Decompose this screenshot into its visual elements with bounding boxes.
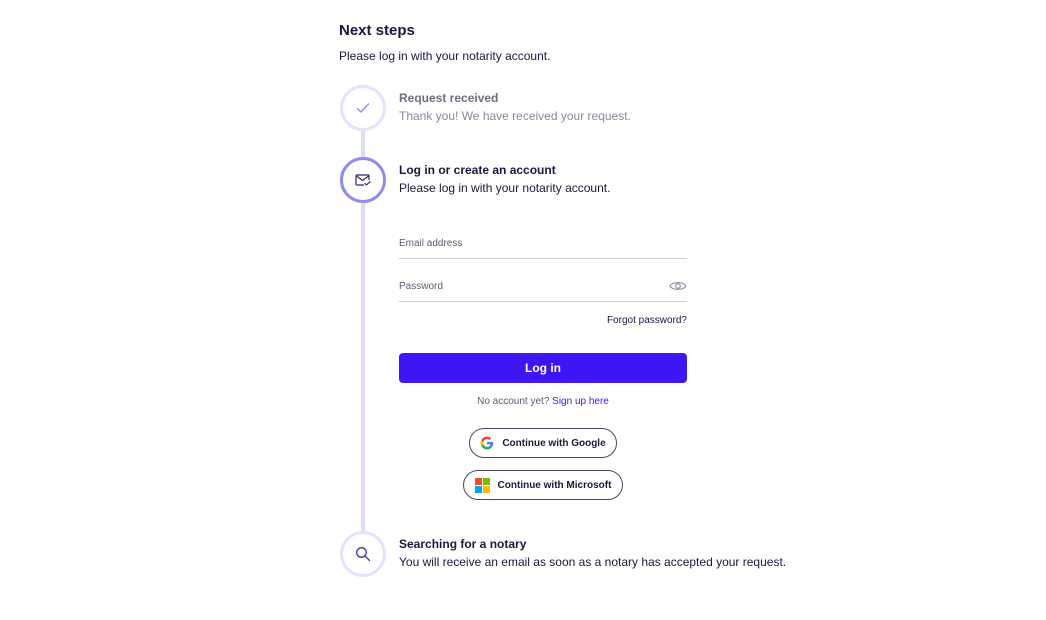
step-description: You will receive an email as soon as a n… [399,555,787,569]
step-title: Searching for a notary [399,537,527,551]
google-button-label: Continue with Google [502,437,606,449]
step-status-circle [340,85,386,131]
search-icon [356,547,371,562]
continue-with-google-button[interactable]: Continue with Google [469,428,617,458]
password-input[interactable] [399,272,659,300]
step-title: Request received [399,91,499,105]
microsoft-button-label: Continue with Microsoft [497,479,612,491]
signup-link[interactable]: Sign up here [552,396,609,407]
step-description: Please log in with your notarity account… [399,181,611,195]
step-description: Thank you! We have received your request… [399,109,631,123]
forgot-password-link[interactable]: Forgot password? [560,315,687,326]
email-input[interactable] [399,229,659,257]
no-account-text: No account yet? Sign up here [399,396,687,407]
email-field-wrapper [399,229,687,259]
continue-with-microsoft-button[interactable]: Continue with Microsoft [463,470,623,500]
no-account-label: No account yet? [477,396,550,407]
check-icon [356,103,370,113]
step-status-circle [340,157,386,203]
google-icon [480,436,494,450]
microsoft-icon [474,477,490,493]
mail-check-icon [355,174,371,186]
next-steps-page: Next steps Please log in with your notar… [0,0,1046,620]
login-button[interactable]: Log in [399,353,687,383]
password-field-wrapper [399,272,687,302]
page-title: Next steps [339,22,415,39]
step-title: Log in or create an account [399,163,556,177]
step-status-circle [340,531,386,577]
page-subtitle: Please log in with your notarity account… [339,49,551,63]
eye-icon[interactable] [669,279,687,293]
